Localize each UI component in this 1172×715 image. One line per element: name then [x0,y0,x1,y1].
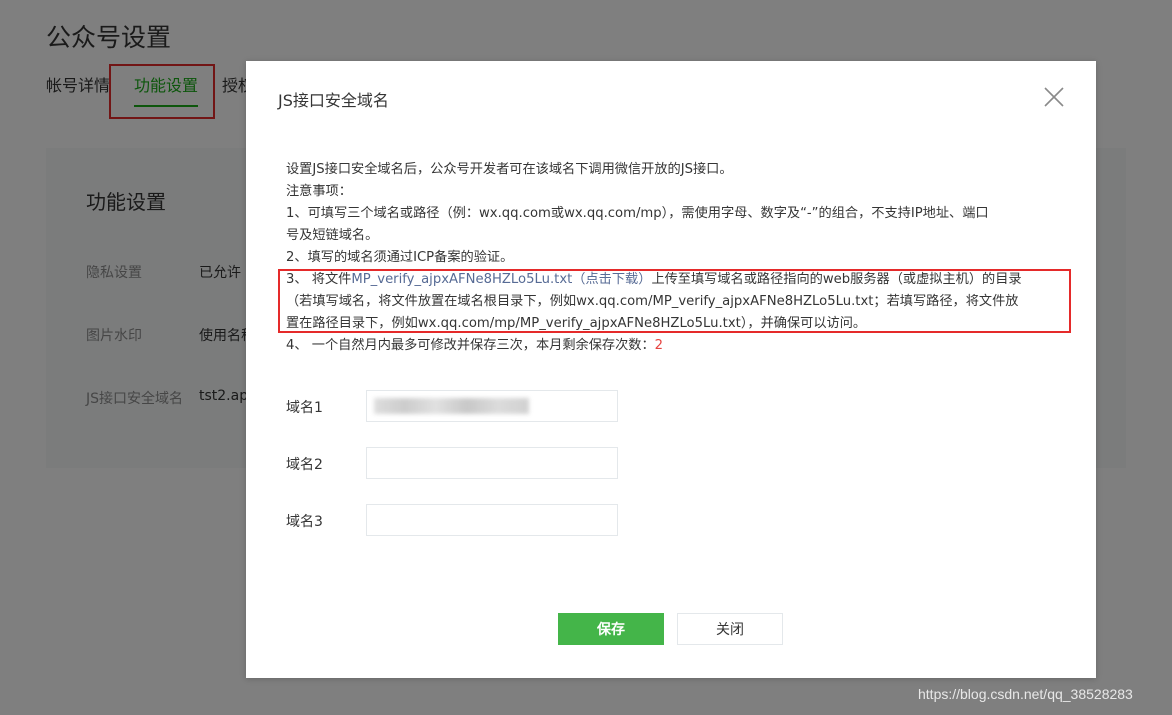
desc-note-3-cont: （若填写域名，将文件放置在域名根目录下，例如wx.qq.com/MP_verif… [286,294,1019,309]
desc-note-2: 2、填写的域名须通过ICP备案的验证。 [286,250,514,265]
domain-label-1: 域名1 [286,400,323,416]
verify-file-download-link[interactable]: MP_verify_ajpxAFNe8HZLo5Lu.txt（点击下载） [351,272,651,287]
note-3-suffix: 上传至填写域名或路径指向的web服务器（或虚拟主机）的目录 [651,272,1022,287]
watermark-text: https://blog.csdn.net/qq_38528283 [918,686,1133,702]
js-domain-dialog: JS接口安全域名 设置JS接口安全域名后，公众号开发者可在该域名下调用微信开放的… [246,61,1096,678]
desc-note-3: 3、 将文件MP_verify_ajpxAFNe8HZLo5Lu.txt（点击下… [286,269,1061,291]
dialog-description: 设置JS接口安全域名后，公众号开发者可在该域名下调用微信开放的JS接口。 注意事… [286,159,1061,357]
desc-note-1-cont: 号及短链域名。 [286,228,379,243]
page: 公众号设置 帐号详情 功能设置 授权 功能设置 隐私设置 已允许 图片水印 使用… [0,0,1172,715]
domain-label-3: 域名3 [286,514,323,530]
dialog-title: JS接口安全域名 [278,91,389,110]
desc-note-1: 1、可填写三个域名或路径（例：wx.qq.com或wx.qq.com/mp），需… [286,206,989,221]
close-icon[interactable] [1042,85,1066,109]
save-button[interactable]: 保存 [558,613,664,645]
note-4-text: 4、 一个自然月内最多可修改并保存三次，本月剩余保存次数： [286,338,655,353]
note-3-prefix: 3、 将文件 [286,272,352,287]
domain-input-2[interactable] [366,447,618,479]
desc-intro: 设置JS接口安全域名后，公众号开发者可在该域名下调用微信开放的JS接口。 [286,162,733,177]
desc-note-3-cont2: 置在路径目录下，例如wx.qq.com/mp/MP_verify_ajpxAFN… [286,316,867,331]
desc-notes-heading: 注意事项： [286,184,352,199]
close-button[interactable]: 关闭 [677,613,783,645]
domain-input-3[interactable] [366,504,618,536]
redacted-domain-value [374,398,529,414]
domain-label-2: 域名2 [286,457,323,473]
remaining-count: 2 [654,338,664,353]
desc-note-4: 4、 一个自然月内最多可修改并保存三次，本月剩余保存次数：2 [286,335,1061,357]
